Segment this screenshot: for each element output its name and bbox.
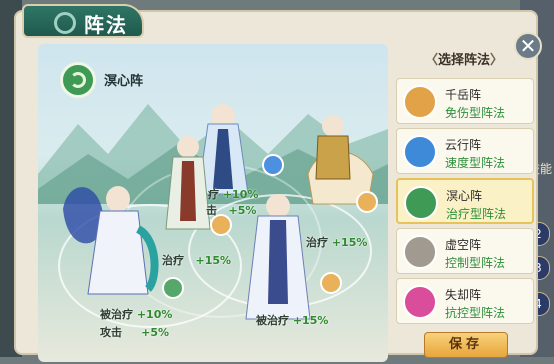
slot-earth-icon[interactable] xyxy=(320,272,342,294)
formation-item-yunxing[interactable]: 云行阵 速度型阵法 xyxy=(396,128,534,174)
character-nine-tails[interactable] xyxy=(58,169,168,299)
formation-window: 溟心阵 疗 +10% 击 +5% 治疗 +15% 治疗 +15% 被治疗 +10… xyxy=(14,10,542,362)
formation-select-panel: 〈选择阵法〉 千岳阵 免伤型阵法 云行阵 速度型阵法 溟心阵 治疗型阵法 虚空阵… xyxy=(390,46,538,364)
buff-line: 治疗 +15% xyxy=(162,254,232,267)
buff-line: 被治疗 +10% xyxy=(100,308,173,321)
formation-item-type: 免伤型阵法 xyxy=(445,106,506,120)
panel-header: 〈选择阵法〉 xyxy=(400,50,528,72)
formation-item-name: 失却阵 xyxy=(445,288,482,302)
formation-item-type: 速度型阵法 xyxy=(445,156,506,170)
buff-line: 治疗 +15% xyxy=(306,236,368,249)
formation-item-qianyue[interactable]: 千岳阵 免伤型阵法 xyxy=(396,78,534,124)
formation-item-type: 抗控型阵法 xyxy=(445,306,506,320)
slot-water-icon[interactable] xyxy=(262,154,284,176)
buff-line: 击 +5% xyxy=(206,204,257,217)
buff-line: 攻击 +5% xyxy=(100,326,170,339)
chevron-left-icon: 〈 xyxy=(424,53,438,68)
formation-name: 溟心阵 xyxy=(104,74,144,89)
slot-leaf-icon[interactable] xyxy=(162,277,184,299)
void-ring-icon xyxy=(403,235,437,269)
formation-badge-icon xyxy=(60,62,96,98)
formation-item-name: 溟心阵 xyxy=(446,189,483,203)
close-button[interactable]: ✕ xyxy=(514,32,542,60)
formation-item-name: 虚空阵 xyxy=(445,238,482,252)
slot-earth-icon[interactable] xyxy=(356,191,378,213)
cloud-swirl-icon xyxy=(403,135,437,169)
formation-item-shique[interactable]: 失却阵 抗控型阵法 xyxy=(396,278,534,324)
formation-item-type: 控制型阵法 xyxy=(445,256,506,270)
pink-swirl-icon xyxy=(403,285,437,319)
panel-header-title: 选择阵法 xyxy=(437,53,490,68)
buff-line: 被治疗 +15% xyxy=(256,314,329,327)
formation-scene: 溟心阵 疗 +10% 击 +5% 治疗 +15% 治疗 +15% 被治疗 +10… xyxy=(38,44,388,362)
formation-item-name: 云行阵 xyxy=(445,138,482,152)
leaf-swirl-icon xyxy=(404,186,438,220)
buff-line: 疗 +10% xyxy=(208,188,259,201)
window-title: 阵法 xyxy=(84,13,128,37)
chevron-right-icon: 〉 xyxy=(490,53,504,68)
formation-item-mingxin[interactable]: 溟心阵 治疗型阵法 xyxy=(396,178,534,224)
mountain-icon xyxy=(403,85,437,119)
swirl-icon xyxy=(54,12,76,34)
formation-item-name: 千岳阵 xyxy=(445,88,482,102)
save-button[interactable]: 保存 xyxy=(424,332,508,358)
formation-item-xukong[interactable]: 虚空阵 控制型阵法 xyxy=(396,228,534,274)
formation-item-type: 治疗型阵法 xyxy=(446,207,507,221)
title-tab: 阵法 xyxy=(22,4,144,38)
